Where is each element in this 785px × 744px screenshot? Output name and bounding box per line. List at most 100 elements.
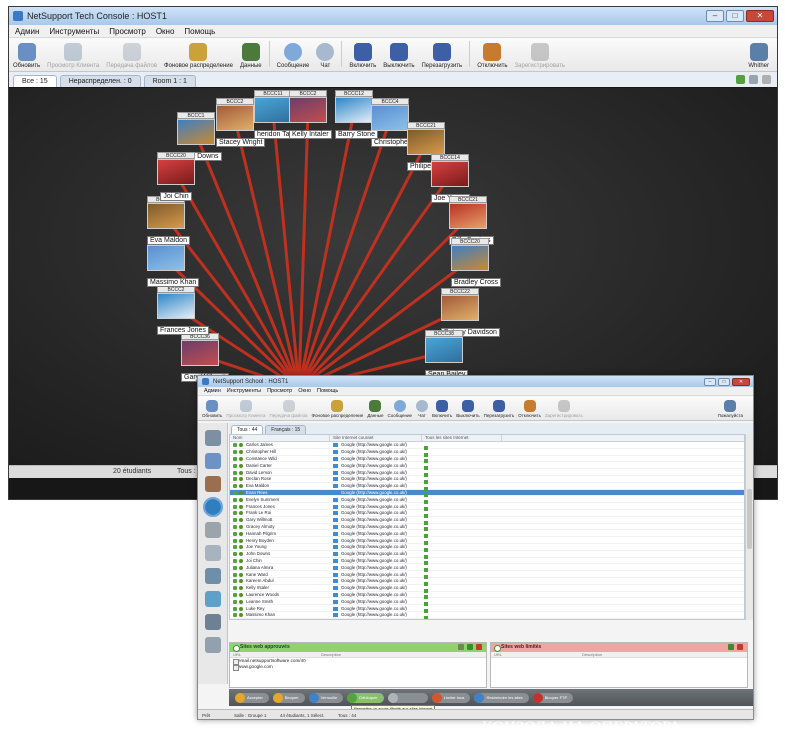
data-button[interactable]: Данные — [367, 400, 384, 418]
chat-button[interactable]: Чат — [416, 400, 429, 418]
table-row[interactable]: Carlos James Google (http://www.google.co… — [230, 442, 744, 450]
limit-all-button[interactable]: Limiter tous — [431, 692, 471, 703]
view-client-button[interactable]: Просмотр Клиента — [47, 43, 99, 69]
settings-icon[interactable] — [762, 75, 771, 84]
table-row[interactable]: Constance Wild Google (http://www.google.… — [230, 456, 744, 464]
menu-window[interactable]: Окно — [156, 27, 175, 36]
table-row[interactable]: Frances Jones Google (http://www.google.c… — [230, 503, 744, 512]
add-icon[interactable] — [728, 644, 734, 650]
message-button[interactable]: Сообщение — [388, 400, 412, 418]
disconnect-button[interactable]: Отключить — [477, 43, 508, 69]
table-row[interactable]: Evan Rees Google (http://www.google.co.uk… — [230, 489, 744, 498]
lock-button[interactable]: Verrouille — [308, 692, 344, 703]
tab-all[interactable]: Все : 15 — [13, 75, 57, 87]
menu-view[interactable]: Просмотр — [109, 27, 146, 36]
table-row[interactable]: Kane Ward Google (http://www.google.co.uk… — [230, 571, 744, 580]
unblock-button[interactable]: Débloquer — [347, 692, 384, 703]
view-client-button[interactable]: Просмотр Клиента — [226, 400, 265, 418]
col-current-site[interactable]: Site Internet courant — [330, 435, 422, 441]
power-on-button[interactable]: Включить — [432, 400, 452, 418]
restart-button[interactable]: Перезагрузить — [421, 43, 462, 69]
client-computer-tile[interactable]: BCCC2 Kelly Intaler — [289, 90, 332, 141]
client-computer-tile[interactable]: BCCC20 Joi Chin — [157, 152, 195, 203]
client-computer-tile[interactable]: BCCC13Eva Maldon — [147, 196, 190, 247]
power-off-button[interactable]: Выключить — [456, 400, 480, 418]
table-row[interactable]: Henry Boyden Google (http://www.google.co… — [230, 537, 744, 546]
approved-site-item[interactable]: www.google.com — [230, 664, 486, 671]
maximize-button[interactable]: □ — [718, 377, 730, 386]
table-row[interactable]: Juliana Almira Google (http://www.google.… — [230, 564, 744, 573]
apps-mode-icon[interactable] — [204, 476, 221, 492]
printer-mode-icon[interactable] — [204, 522, 221, 538]
maximize-button[interactable]: □ — [726, 10, 744, 22]
tests-mode-icon[interactable] — [204, 614, 221, 630]
devices-mode-icon[interactable] — [204, 545, 221, 561]
table-row[interactable]: Hannah Pilgrim Google (http://www.google.… — [230, 530, 744, 539]
table-row[interactable]: Gary Willmott Google (http://www.google.c… — [230, 517, 744, 525]
col-all-sites[interactable]: Tous les sites Internet — [422, 435, 502, 441]
client-computer-tile[interactable]: BCCC11 heridon Taylor — [254, 90, 304, 141]
background-distribution-button[interactable]: Фоновое распределение — [312, 400, 363, 418]
chat-mode-icon[interactable] — [204, 591, 221, 607]
table-scrollbar[interactable] — [745, 434, 753, 620]
menu-tools[interactable]: Инструменты — [49, 27, 99, 36]
menu-help[interactable]: Помощь — [317, 388, 338, 394]
client-computer-tile[interactable]: BCCC2 Stacey Wright — [216, 98, 266, 149]
table-row[interactable]: Gracey Almoty Google (http://www.google.c… — [230, 524, 744, 532]
file-transfer-button[interactable]: Передача файлов — [269, 400, 308, 418]
refresh-button[interactable]: Обновить — [202, 400, 222, 418]
restart-button[interactable]: Перезагрузить — [484, 400, 514, 418]
tab-all[interactable]: Tous : 44 — [231, 425, 264, 434]
table-row[interactable]: Frank Le Roi Google (http://www.google.co… — [230, 510, 744, 518]
scroll-thumb[interactable] — [747, 489, 752, 549]
block-ftp-button[interactable]: Bloquer FTP — [532, 692, 574, 703]
menu-tools[interactable]: Инструменты — [227, 388, 261, 394]
table-row[interactable]: Evelyn Summers Google (http://www.google.… — [230, 496, 744, 505]
block-button[interactable]: Bloquer — [272, 692, 305, 703]
table-row[interactable]: Christopher Hill Google (http://www.googl… — [230, 449, 744, 457]
minimize-button[interactable]: – — [704, 377, 716, 386]
file-transfer-button[interactable]: Передача файлов — [106, 43, 157, 69]
monitor-mode-icon[interactable] — [204, 453, 221, 469]
audio-mode-icon[interactable] — [204, 568, 221, 584]
client-computer-tile[interactable]: BCCC4 Christopher Hi — [371, 98, 422, 149]
message-button[interactable]: Сообщение — [277, 43, 309, 69]
close-button[interactable]: ✕ — [732, 377, 750, 386]
edit-icon[interactable] — [458, 644, 464, 650]
table-row[interactable]: Massimo Khan Google (http://www.google.co… — [230, 612, 744, 619]
menu-window[interactable]: Окно — [298, 388, 311, 394]
add-icon[interactable] — [467, 644, 473, 650]
menu-admin[interactable]: Админ — [204, 388, 221, 394]
power-off-button[interactable]: Выключить — [383, 43, 414, 69]
data-button[interactable]: Данные — [240, 43, 262, 69]
menu-help[interactable]: Помощь — [184, 27, 215, 36]
client-computer-tile[interactable]: BCCC12 Barry Stone — [335, 90, 378, 141]
help-button[interactable]: Пожалуйста — [718, 400, 743, 418]
restrict-sites-button[interactable]: Restreindre les sites — [474, 692, 529, 703]
register-button[interactable]: Зарегистрировать — [515, 43, 565, 69]
web-mode-icon[interactable] — [202, 497, 223, 517]
remove-icon[interactable] — [476, 644, 482, 650]
menu-admin[interactable]: Админ — [15, 27, 39, 36]
table-row[interactable]: Eva Maldon Google (http://www.google.co.u… — [230, 483, 744, 491]
client-computer-tile[interactable]: BCCC38Sean Bailey — [425, 330, 469, 381]
background-distribution-button[interactable]: Фоновое распределение — [164, 43, 233, 69]
chat-button[interactable]: Чат — [316, 43, 335, 69]
table-row[interactable]: Kelly Intaler Google (http://www.google.c… — [230, 585, 744, 593]
remove-icon[interactable] — [737, 644, 743, 650]
tab-unassigned[interactable]: Нераспределен. : 0 — [59, 75, 141, 87]
table-row[interactable]: Declan Rose Google (http://www.google.co.… — [230, 476, 744, 484]
table-row[interactable]: Luke Rey Google (http://www.google.co.uk/… — [230, 605, 744, 614]
table-row[interactable]: Philipe MontanaGoogle (http://www.google… — [230, 619, 744, 620]
table-row[interactable]: Laurence Woods Google (http://www.google.… — [230, 592, 744, 600]
table-row[interactable]: Daniel Carter Google (http://www.google.c… — [230, 462, 744, 471]
approve-button[interactable]: Accepter — [235, 692, 269, 703]
disconnect-button[interactable]: Отключить — [518, 400, 541, 418]
table-row[interactable]: Leanne Smith Google (http://www.google.co… — [230, 598, 744, 607]
table-row[interactable]: Joi Chin Google (http://www.google.co.uk/… — [230, 558, 744, 566]
client-computer-tile[interactable]: BCCC2 Frances Jones — [157, 286, 209, 337]
table-row[interactable]: John Downs Google (http://www.google.co.u… — [230, 551, 744, 559]
register-button[interactable]: Зарегистрировать — [545, 400, 583, 418]
tab-french[interactable]: Français : 15 — [265, 425, 307, 434]
unrestricted-button[interactable] — [387, 692, 428, 703]
